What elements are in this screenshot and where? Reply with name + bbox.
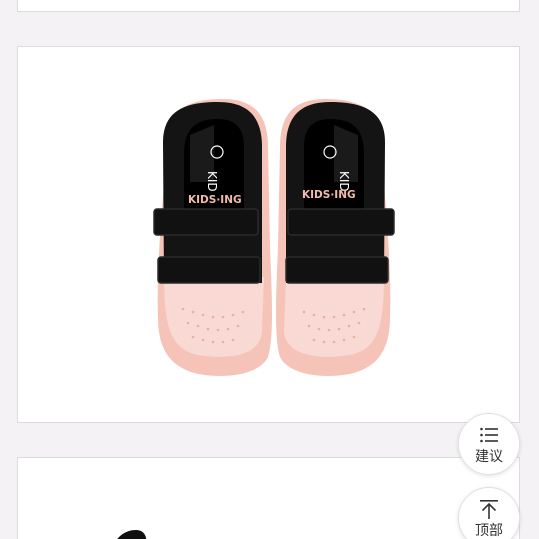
product-image-card: KID KIDS·ING KID KIDS·ING (17, 46, 520, 423)
right-shoe: KID KIDS·ING (276, 99, 395, 376)
right-brand-label: KIDS·ING (302, 189, 356, 201)
right-toe (284, 272, 384, 357)
list-icon (480, 427, 498, 442)
suggest-label: 建议 (475, 448, 503, 465)
left-strap-top (153, 208, 259, 236)
right-strap-bottom (285, 256, 389, 284)
suggest-button[interactable]: 建议 (458, 413, 520, 475)
back-to-top-label: 顶部 (475, 522, 503, 539)
left-tongue-label: KID (205, 171, 219, 192)
right-strap-top (287, 208, 395, 236)
shoes-image: KID KIDS·ING KID KIDS·ING (153, 99, 395, 376)
left-brand-label: KIDS·ING (188, 194, 242, 206)
product-image-card-next (17, 457, 520, 539)
next-shoe-preview (117, 530, 147, 539)
left-shoe: KID KIDS·ING (153, 99, 272, 376)
arrow-up-icon (480, 499, 498, 519)
product-detail-page: KID KIDS·ING KID KIDS·ING 建议 顶部 (0, 0, 539, 539)
left-strap-bottom (157, 256, 261, 284)
left-toe (164, 272, 264, 357)
product-image-card-previous (17, 0, 520, 12)
